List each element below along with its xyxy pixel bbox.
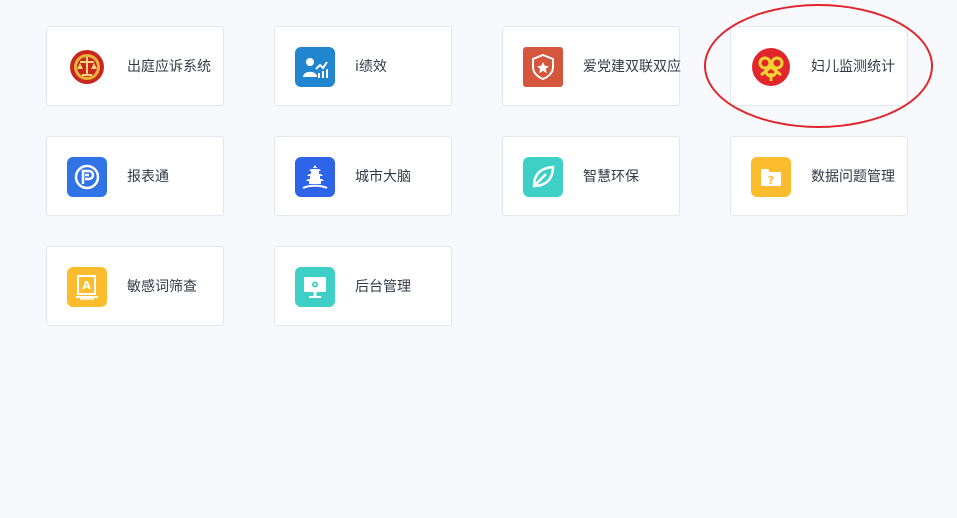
city-pagoda-icon	[295, 157, 335, 197]
app-label: 后台管理	[355, 279, 411, 295]
app-label: 妇儿监测统计	[811, 59, 895, 75]
court-emblem-icon	[67, 47, 107, 87]
performance-chart-icon	[295, 47, 335, 87]
app-grid: 出庭应诉系统 i绩效 爱党建双联双应 妇儿监测统计 报表通 城市大脑 智慧环保 …	[0, 0, 957, 518]
app-card-performance[interactable]: i绩效	[274, 26, 452, 106]
app-card-court-appearance[interactable]: 出庭应诉系统	[46, 26, 224, 106]
report-p-icon	[67, 157, 107, 197]
app-card-party-building[interactable]: 爱党建双联双应	[502, 26, 681, 106]
svg-text:?: ?	[768, 174, 774, 187]
app-card-smart-environment[interactable]: 智慧环保	[502, 136, 680, 216]
app-card-backend-management[interactable]: 后台管理	[274, 246, 452, 326]
app-label: 报表通	[127, 169, 169, 185]
app-label: 爱党建双联双应	[583, 59, 681, 75]
app-card-report-tong[interactable]: 报表通	[46, 136, 224, 216]
app-label: 敏感词筛查	[127, 279, 197, 295]
monitor-gear-icon	[295, 267, 335, 307]
app-card-city-brain[interactable]: 城市大脑	[274, 136, 452, 216]
document-a-icon: A	[67, 267, 107, 307]
women-federation-emblem-icon	[751, 47, 791, 87]
app-label: i绩效	[355, 59, 387, 75]
leaf-icon	[523, 157, 563, 197]
app-card-data-issue-management[interactable]: ? 数据问题管理	[730, 136, 908, 216]
question-folder-icon: ?	[751, 157, 791, 197]
app-label: 数据问题管理	[811, 169, 895, 185]
app-label: 出庭应诉系统	[127, 59, 211, 75]
app-label: 智慧环保	[583, 169, 639, 185]
app-card-women-children-stats[interactable]: 妇儿监测统计	[730, 26, 908, 106]
app-label: 城市大脑	[355, 169, 411, 185]
party-shield-star-icon	[523, 47, 563, 87]
svg-text:A: A	[82, 279, 91, 292]
app-card-sensitive-word-screening[interactable]: A 敏感词筛查	[46, 246, 224, 326]
